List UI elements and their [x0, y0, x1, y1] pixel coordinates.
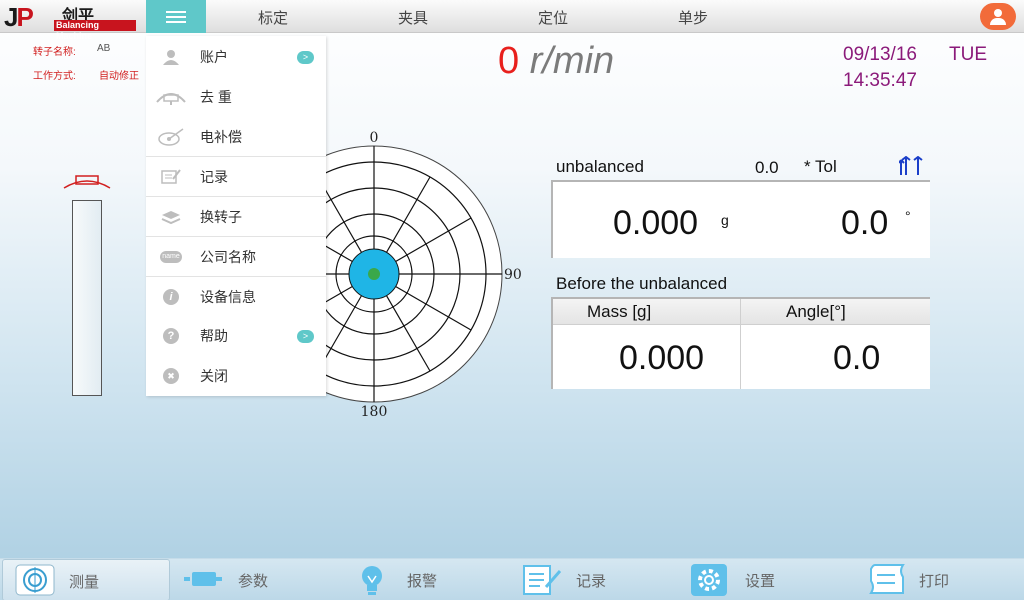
unbalanced-angle: 0.0: [841, 204, 889, 242]
tab-label: 设置: [745, 573, 776, 590]
info-icon: i: [160, 288, 182, 306]
target-icon: [15, 564, 55, 596]
nav-position[interactable]: 定位: [538, 7, 568, 28]
record-icon: [160, 168, 182, 186]
top-bar: JP 剑平 Balancing Machine 标定 夹具 定位 单步: [0, 0, 1024, 41]
speed-value: 0: [498, 40, 520, 82]
tab-records[interactable]: 记录: [520, 559, 670, 600]
submenu-arrow-icon: >: [297, 50, 314, 64]
rotor-name-value: AB: [97, 43, 111, 54]
menu-label: 帮助: [200, 328, 228, 344]
polar-label-90: 90: [504, 267, 522, 283]
menu-label: 去 重: [200, 89, 232, 105]
tab-label: 测量: [69, 574, 100, 591]
menu-label: 公司名称: [200, 248, 256, 265]
date: 09/13/16: [843, 44, 917, 65]
unbalanced-angle-unit: °: [905, 208, 911, 224]
menu-label: 设备信息: [200, 288, 256, 305]
polar-label-0: 0: [370, 130, 379, 146]
angle-column-header: Angle[°]: [786, 302, 846, 321]
logo-letters: JP: [4, 2, 34, 32]
rotor-name-label: 转子名称:: [33, 47, 76, 58]
speed-unit: r/min: [529, 40, 615, 82]
correction-gauge: [72, 200, 102, 396]
tab-label: 参数: [238, 573, 269, 590]
name-tag-icon: name: [160, 248, 182, 266]
lightbulb-icon: [362, 566, 382, 595]
time: 14:35:47: [843, 70, 917, 91]
tab-label: 报警: [407, 573, 438, 590]
menu-item-change-rotor[interactable]: 换转子: [146, 196, 326, 236]
unbalance-point: [368, 268, 380, 280]
help-icon: ?: [160, 327, 182, 345]
menu-item-close[interactable]: ✖ 关闭: [146, 356, 326, 396]
tab-label: 打印: [919, 573, 950, 590]
menu-label: 记录: [200, 168, 228, 185]
weekday: TUE: [949, 44, 987, 65]
rotor-swap-icon: [160, 208, 182, 226]
menu-label: 换转子: [200, 208, 242, 225]
logo: JP 剑平 Balancing Machine: [2, 2, 136, 41]
menu-item-device-info[interactable]: i 设备信息: [146, 276, 326, 316]
work-mode-value: 自动修正: [99, 71, 139, 82]
bottom-toolbar: 测量 参数 报警 记录 设置 打印: [0, 558, 1024, 600]
close-icon: ✖: [160, 367, 182, 385]
unbalanced-mass-unit: g: [721, 212, 729, 228]
compensation-icon: [156, 128, 186, 146]
menu-item-company-name[interactable]: name 公司名称: [146, 236, 326, 276]
logo-en: Balancing Machine: [54, 20, 136, 41]
records-icon: [523, 565, 562, 595]
menu-label: 关闭: [200, 368, 228, 384]
before-angle-value: 0.0: [833, 339, 881, 377]
tab-measure[interactable]: 测量: [2, 559, 170, 600]
gauge-cap-icon: [63, 175, 111, 189]
tolerance-toggle-icon[interactable]: [899, 156, 925, 176]
tab-print[interactable]: 打印: [865, 559, 1015, 600]
menu-item-weight-removal[interactable]: 去 重: [146, 77, 326, 117]
submenu-arrow-icon: >: [297, 329, 314, 343]
tolerance-value: 0.0: [755, 158, 779, 177]
unbalanced-label: unbalanced: [556, 157, 644, 176]
hamburger-icon: [166, 10, 186, 23]
menu-item-account[interactable]: 账户 >: [146, 37, 326, 77]
before-mass-value: 0.000: [619, 339, 705, 377]
unbalanced-mass: 0.000: [613, 204, 699, 242]
nav-fixture[interactable]: 夹具: [398, 7, 428, 28]
main-menu-dropdown: 账户 > 去 重 电补偿 记录 换转子 name 公司名称 i 设备信息 ? 帮…: [146, 36, 326, 396]
menu-item-record[interactable]: 记录: [146, 156, 326, 196]
user-button[interactable]: [980, 3, 1016, 30]
speed-readout: 0 r/min: [498, 40, 614, 83]
menu-item-electric-compensation[interactable]: 电补偿: [146, 117, 326, 157]
unbalanced-box: 0.000 g 0.0 °: [551, 180, 930, 258]
work-mode-label: 工作方式:: [33, 71, 76, 82]
menu-label: 电补偿: [200, 129, 242, 145]
parameter-icon: [184, 572, 222, 586]
mass-column-header: Mass [g]: [587, 302, 652, 321]
gear-icon: [691, 564, 727, 596]
scale-icon: [154, 88, 188, 106]
tab-label: 记录: [576, 573, 607, 590]
print-icon: [869, 564, 905, 594]
tab-alarm[interactable]: 报警: [355, 559, 505, 600]
tab-settings[interactable]: 设置: [690, 559, 840, 600]
before-unbalanced-label: Before the unbalanced: [556, 274, 728, 293]
polar-label-180: 180: [361, 404, 388, 420]
before-unbalanced-table: Mass [g] Angle[°] 0.000 0.0: [551, 297, 930, 389]
nav-single-step[interactable]: 单步: [678, 7, 708, 28]
user-icon: [160, 48, 182, 66]
menu-item-help[interactable]: ? 帮助 >: [146, 316, 326, 356]
menu-button[interactable]: [146, 0, 206, 33]
tab-parameters[interactable]: 参数: [180, 559, 330, 600]
nav-calibrate[interactable]: 标定: [258, 7, 288, 28]
menu-label: 账户: [200, 49, 228, 65]
tolerance-label: * Tol: [804, 157, 837, 176]
